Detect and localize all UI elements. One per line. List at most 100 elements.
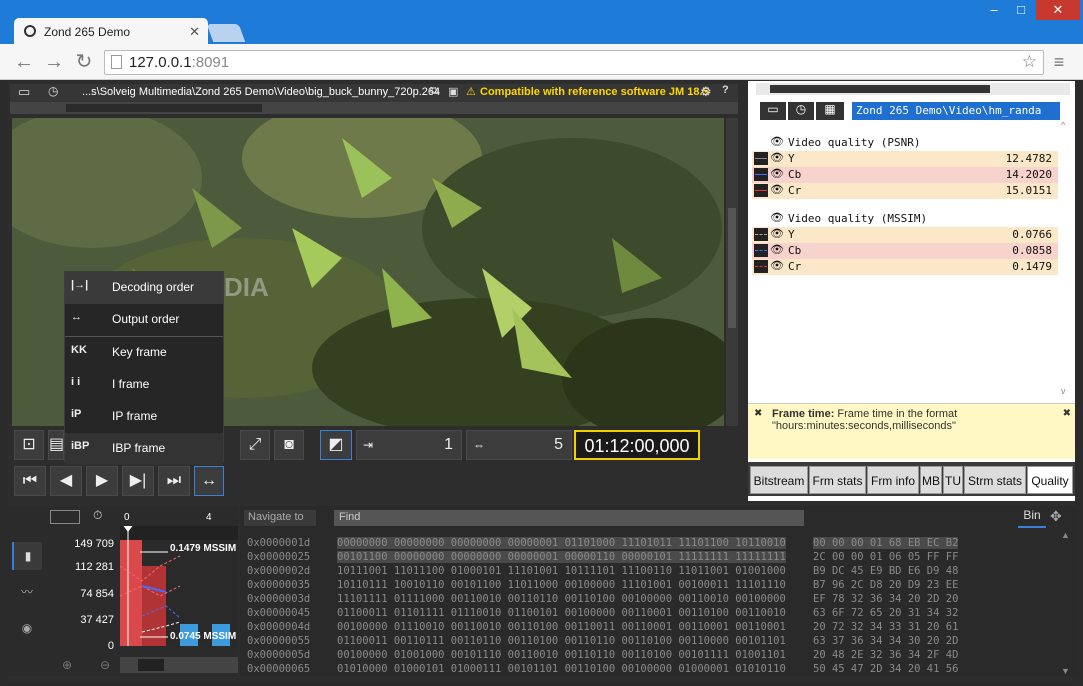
new-tab-button[interactable] — [206, 24, 246, 42]
close-window-button[interactable]: ✕ — [1036, 0, 1080, 20]
menu-icon[interactable]: ≡ — [1047, 50, 1071, 74]
eye-icon[interactable]: 👁 — [770, 227, 784, 240]
help-close-icon[interactable]: ✖ — [1063, 408, 1071, 419]
menu-item-decoding-order[interactable]: |→| Decoding order — [65, 272, 223, 304]
zoom-in-icon[interactable]: ⊕ — [62, 658, 72, 672]
last-frame-button[interactable]: ⏭ — [158, 466, 190, 496]
eye-icon[interactable]: 👁 — [770, 135, 784, 148]
swatch-y[interactable] — [754, 228, 768, 241]
hex-row[interactable]: 0x00000025 00101100 00000000 00000000 000… — [247, 551, 958, 565]
eye-icon[interactable]: 👁 — [770, 211, 784, 224]
hex-vscrollbar[interactable]: ▲ ▼ — [1060, 530, 1072, 676]
bin-toggle[interactable]: Bin — [1018, 508, 1046, 528]
move-icon[interactable]: ✥ — [1050, 508, 1062, 525]
tab-frm-info[interactable]: Frm info — [867, 466, 919, 494]
menu-item-ip-frame[interactable]: iP IP frame — [65, 401, 223, 433]
hex-row[interactable]: 0x0000002d 10111001 11011100 01000101 111… — [247, 565, 958, 579]
hex-address: 0x0000002d — [247, 565, 311, 577]
film-icon[interactable] — [50, 510, 80, 524]
hex-row[interactable]: 0x00000045 01100011 01101111 01110010 011… — [247, 607, 958, 621]
help-icon[interactable]: ? — [722, 84, 729, 96]
swatch-cb[interactable] — [754, 244, 768, 257]
crop-icon[interactable]: ◩ — [320, 430, 352, 460]
quality-hscrollbar[interactable] — [756, 83, 1070, 95]
hex-row[interactable]: 0x0000001d 00000000 00000000 00000000 000… — [247, 537, 959, 551]
path-scrollbar[interactable] — [10, 102, 738, 114]
tab-bitstream[interactable]: Bitstream — [750, 466, 808, 494]
hex-bytes: 63 6F 72 65 20 31 34 32 — [813, 607, 959, 619]
quality-chart-icon[interactable]: ◉ — [12, 614, 42, 642]
settings-gear-icon[interactable]: ⚙ — [700, 84, 712, 100]
swatch-cr[interactable] — [754, 260, 768, 273]
quality-graph[interactable]: 0.1479 MSSIM 0.0745 MSSIM — [119, 524, 238, 646]
prev-frame-button[interactable]: ◀ — [50, 466, 82, 496]
hex-row[interactable]: 0x0000005d 00100000 01001000 00101110 001… — [247, 649, 958, 663]
menu-item-key-frame[interactable]: KK Key frame — [65, 337, 223, 369]
maximize-button[interactable]: □ — [1008, 0, 1034, 20]
resize-icon[interactable]: ⤢ — [240, 430, 270, 460]
frame-total-field[interactable]: ⇔ 5 — [466, 430, 572, 460]
swatch-y[interactable] — [754, 152, 768, 165]
menu-toggle-icon[interactable]: ▤ — [48, 430, 64, 460]
hex-row[interactable]: 0x00000055 01100011 00110111 00110110 001… — [247, 635, 958, 649]
eye-icon[interactable]: 👁 — [770, 183, 784, 196]
history-icon[interactable]: ◷ — [48, 84, 58, 98]
folder-icon[interactable]: ▣ — [448, 85, 458, 98]
y-tick: 149 709 — [74, 538, 114, 550]
menu-item-ibp-frame[interactable]: iBP IBP frame — [65, 433, 223, 465]
tab-frm-stats[interactable]: Frm stats — [809, 466, 866, 494]
line-chart-icon[interactable]: 〰 — [12, 578, 42, 606]
video-scrollbar[interactable] — [726, 118, 738, 426]
camera-icon[interactable]: ◙ — [274, 430, 304, 460]
open-folder-icon[interactable]: ▭ — [760, 102, 786, 120]
tab-mb[interactable]: MB — [920, 466, 942, 494]
find-input[interactable]: Find — [334, 510, 804, 526]
graph-hscrollbar[interactable] — [120, 657, 238, 673]
grid-icon[interactable]: ▦ — [816, 102, 844, 120]
tab-strm-stats[interactable]: Strm stats — [964, 466, 1026, 494]
help-line1: Frame time in the format — [837, 408, 958, 420]
frame-number-field[interactable]: ⇥ 1 — [356, 430, 462, 460]
close-tab-icon[interactable]: ✕ — [189, 24, 200, 40]
ip-frame-icon: iP — [71, 408, 82, 420]
swatch-cb[interactable] — [754, 168, 768, 181]
hex-binary: 10111001 11011100 01000101 11101001 1011… — [337, 565, 786, 577]
reload-button[interactable]: ↻ — [72, 50, 96, 74]
hex-row[interactable]: 0x0000004d 00100000 01110010 00110010 001… — [247, 621, 958, 635]
eye-icon[interactable]: 👁 — [770, 151, 784, 164]
menu-item-output-order[interactable]: ↔ Output order — [65, 304, 223, 336]
eye-icon[interactable]: 👁 — [770, 259, 784, 272]
hex-row[interactable]: 0x0000003d 11101111 01111000 00110010 001… — [247, 593, 958, 607]
help-pin-icon[interactable]: ✖ — [754, 408, 762, 419]
history-icon[interactable]: ◷ — [788, 102, 814, 120]
tab-tu[interactable]: TU — [943, 466, 963, 494]
tab-quality[interactable]: Quality — [1027, 466, 1073, 494]
eye-icon[interactable]: 👁 — [770, 167, 784, 180]
browser-tab[interactable]: Zond 265 Demo ✕ — [14, 18, 208, 45]
output-order-toggle[interactable]: ↔ — [194, 466, 224, 496]
bookmark-star-icon[interactable]: ☆ — [1022, 52, 1037, 72]
navigate-to-input[interactable]: Navigate to — [244, 510, 316, 526]
first-frame-button[interactable]: ⏮ — [14, 466, 46, 496]
forward-button[interactable]: → — [42, 50, 66, 74]
timecode-field[interactable]: 01:12:00,000 — [574, 430, 700, 460]
quality-vscrollbar[interactable]: ^ v — [1060, 120, 1072, 396]
open-folder-icon[interactable]: ▭ — [18, 84, 30, 100]
eye-icon[interactable]: 👁 — [770, 243, 784, 256]
back-button[interactable]: ← — [12, 50, 36, 74]
zoom-out-icon[interactable]: ⊖ — [100, 658, 110, 672]
hex-row[interactable]: 0x00000035 10110111 10010110 00101100 110… — [247, 579, 958, 593]
address-bar[interactable]: 127.0.0.1:8091 ☆ — [104, 50, 1044, 75]
frame-mode-icon[interactable]: ⊡ — [14, 430, 44, 460]
copy-icon[interactable]: ⧉ — [430, 85, 438, 98]
stopwatch-icon[interactable]: ⏱ — [93, 508, 102, 523]
bar-chart-icon[interactable]: ▮ — [12, 542, 42, 570]
play-button[interactable]: ▶ — [86, 466, 118, 496]
hex-row[interactable]: 0x00000065 01010000 01000101 01000111 001… — [247, 663, 958, 677]
menu-item-i-frame[interactable]: i i I frame — [65, 369, 223, 401]
next-frame-button[interactable]: ▶| — [122, 466, 154, 496]
swatch-cr[interactable] — [754, 184, 768, 197]
y-tick: 0 — [107, 640, 114, 652]
panel-tabs: Bitstream Frm stats Frm info MB TU Strm … — [748, 462, 1075, 496]
minimize-button[interactable]: – — [981, 0, 1007, 20]
